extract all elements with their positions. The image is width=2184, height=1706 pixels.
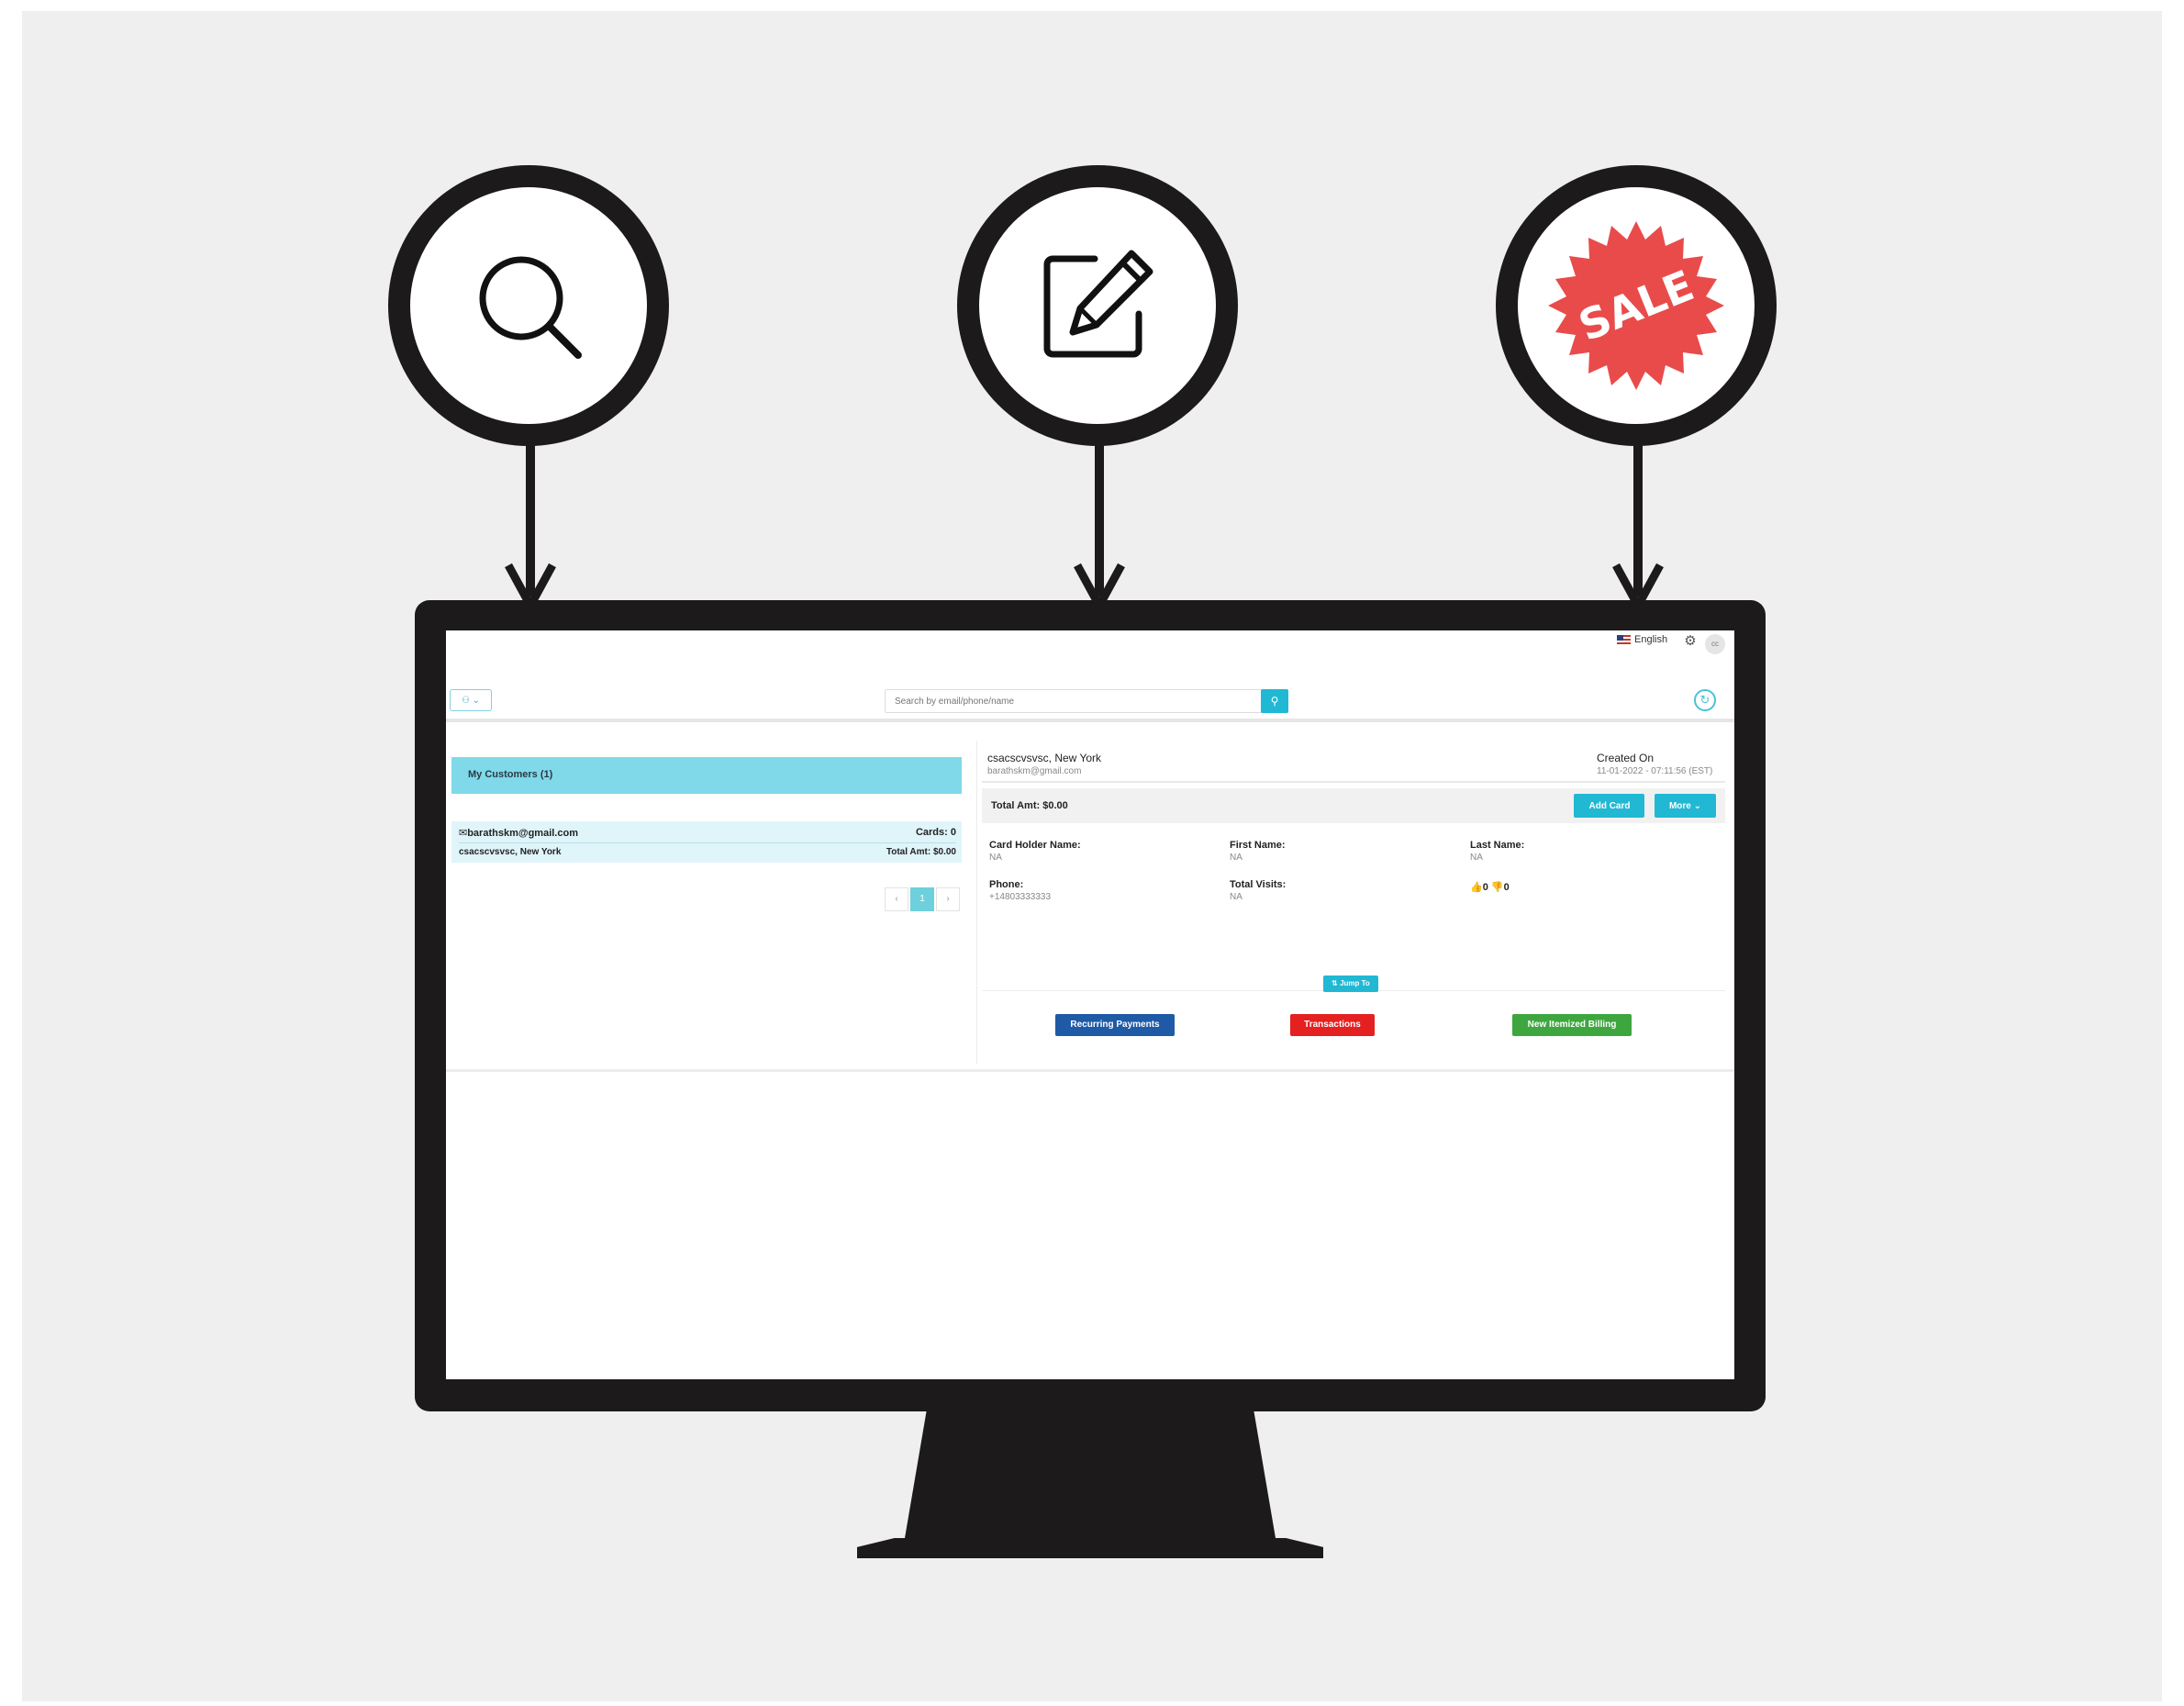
feedback-counts: 👍0 👎0 xyxy=(1470,882,1510,893)
search-button[interactable]: ⚲ xyxy=(1261,689,1288,713)
detail-customer-email: barathskm@gmail.com xyxy=(987,766,1082,776)
prev-page-button[interactable]: ‹ xyxy=(885,887,908,911)
phone-value: +14803333333 xyxy=(989,892,1052,902)
customer-detail-panel: csacscvsvsc, New York barathskm@gmail.co… xyxy=(982,748,1725,1036)
toolbar: ⚇ ⌄ ⚲ ↻ xyxy=(446,678,1734,722)
language-selector[interactable]: English xyxy=(1617,634,1667,645)
us-flag-icon xyxy=(1617,635,1631,644)
search-icon xyxy=(479,256,582,359)
monitor: English ⚙ cc ⚇ ⌄ ⚲ ↻ My Customers (1) ✉b… xyxy=(415,600,1766,1411)
customer-name: csacscvsvsc, New York xyxy=(459,847,562,857)
sale-badge-icon: SALE xyxy=(1548,221,1724,390)
total-visits-label: Total Visits: xyxy=(1230,879,1287,890)
total-visits-value: NA xyxy=(1230,892,1242,902)
first-name-value: NA xyxy=(1230,853,1242,863)
card-holder-value: NA xyxy=(989,853,1002,863)
last-name-value: NA xyxy=(1470,853,1483,863)
recurring-payments-button[interactable]: Recurring Payments xyxy=(1055,1014,1175,1036)
language-label: English xyxy=(1634,634,1668,645)
phone-label: Phone: xyxy=(989,879,1024,890)
monitor-stand-base xyxy=(857,1538,1323,1558)
created-on-value: 11-01-2022 - 07:11:56 (EST) xyxy=(1597,766,1713,776)
avatar[interactable]: cc xyxy=(1705,634,1725,654)
top-bar: English ⚙ cc xyxy=(446,630,1734,662)
amount-bar: Total Amt: $0.00 Add Card More ⌄ xyxy=(982,788,1725,823)
customer-total: Total Amt: $0.00 xyxy=(886,847,956,857)
customers-panel: My Customers (1) ✉barathskm@gmail.com Ca… xyxy=(451,757,962,911)
customer-list-item[interactable]: ✉barathskm@gmail.com Cards: 0 csacscvsvs… xyxy=(451,821,962,863)
new-itemized-billing-button[interactable]: New Itemized Billing xyxy=(1512,1014,1632,1036)
user-filter-dropdown[interactable]: ⚇ ⌄ xyxy=(450,689,492,711)
search-badge xyxy=(388,165,669,446)
detail-header: csacscvsvsc, New York barathskm@gmail.co… xyxy=(982,748,1725,783)
customer-email: ✉barathskm@gmail.com xyxy=(459,828,578,839)
first-name-label: First Name: xyxy=(1230,840,1286,851)
customers-header: My Customers (1) xyxy=(451,757,962,794)
transactions-button[interactable]: Transactions xyxy=(1290,1014,1375,1036)
detail-customer-name: csacscvsvsc, New York xyxy=(987,752,1102,764)
page-button[interactable]: 1 xyxy=(910,887,934,911)
edit-icon xyxy=(1043,250,1153,358)
last-name-label: Last Name: xyxy=(1470,840,1525,851)
created-on-label: Created On xyxy=(1597,752,1655,764)
add-card-button[interactable]: Add Card xyxy=(1574,794,1645,818)
content-bottom-border xyxy=(446,1069,1734,1072)
total-amount: Total Amt: $0.00 xyxy=(991,800,1068,811)
refresh-icon[interactable]: ↻ xyxy=(1694,689,1716,711)
card-holder-label: Card Holder Name: xyxy=(989,840,1081,851)
monitor-stand-neck xyxy=(905,1408,1276,1538)
jump-to-button[interactable]: ⇅ Jump To xyxy=(1323,976,1378,992)
more-dropdown-button[interactable]: More ⌄ xyxy=(1654,794,1716,818)
sale-badge: SALE xyxy=(1496,165,1777,446)
gear-icon[interactable]: ⚙ xyxy=(1681,632,1699,651)
app-screen: English ⚙ cc ⚇ ⌄ ⚲ ↻ My Customers (1) ✉b… xyxy=(446,630,1734,1379)
panel-divider xyxy=(976,741,977,1064)
search-input[interactable] xyxy=(885,689,1263,713)
next-page-button[interactable]: › xyxy=(936,887,960,911)
customer-cards: Cards: 0 xyxy=(915,827,956,838)
pagination: ‹ 1 › xyxy=(885,887,960,911)
customer-details: Card Holder Name: NA First Name: NA Last… xyxy=(982,823,1725,902)
edit-badge xyxy=(957,165,1238,446)
